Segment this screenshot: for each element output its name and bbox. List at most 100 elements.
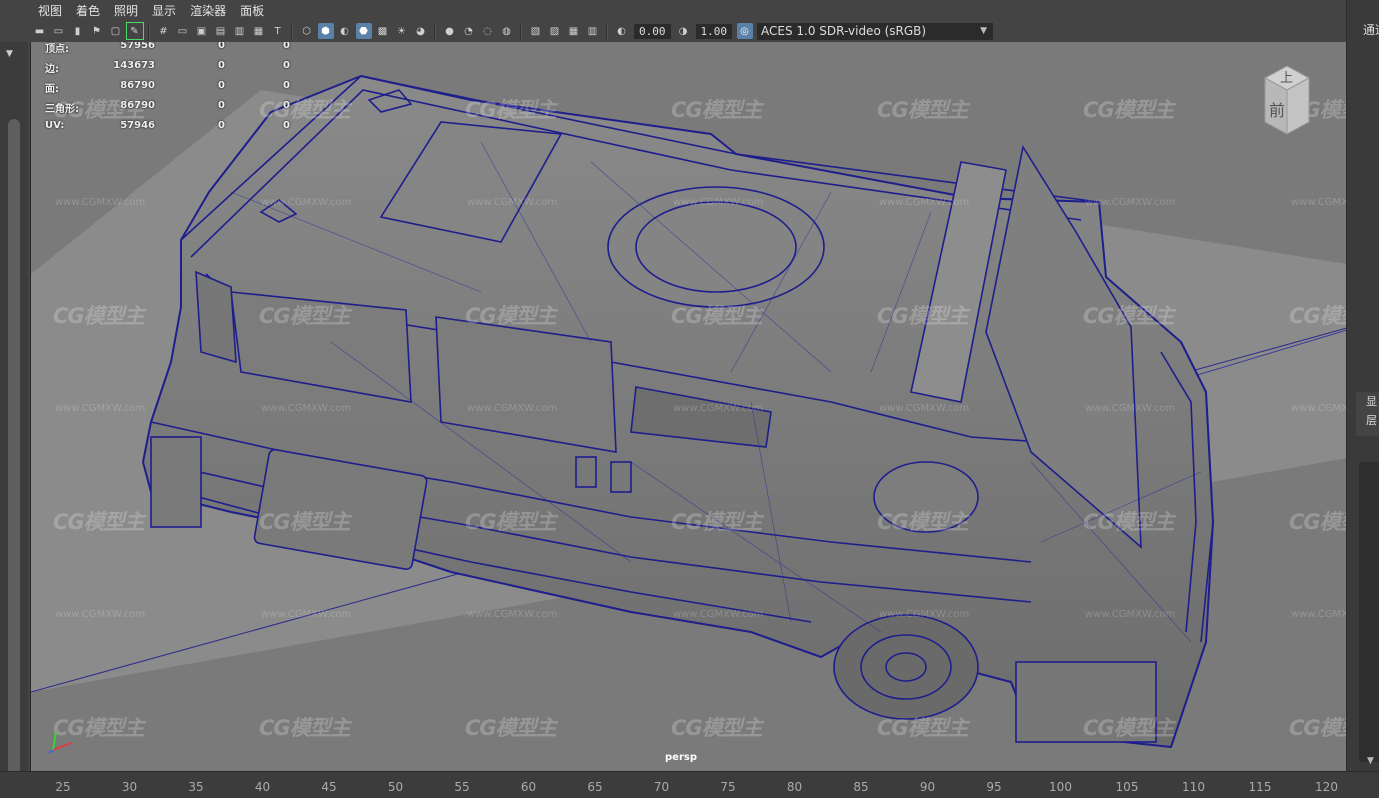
menu-item-1[interactable]: 着色: [69, 2, 107, 19]
hud-v2: 0: [218, 80, 225, 91]
timeline-tick: 80: [786, 780, 803, 794]
timeline-tick: 75: [720, 780, 736, 794]
hud-label: 边:: [45, 64, 59, 75]
textured-icon[interactable]: ▩: [375, 23, 391, 39]
timeline-tick: 115: [1248, 780, 1272, 794]
hud-v3: 0: [283, 100, 290, 111]
camera-bookmark-icon[interactable]: ⚑: [89, 23, 105, 39]
wireframe-on-shaded-icon[interactable]: ⬣: [355, 23, 372, 39]
viewcube-front-label: 前: [1269, 101, 1286, 120]
bookmark-icon[interactable]: ▮: [70, 23, 86, 39]
menu-item-3[interactable]: 显示: [145, 2, 183, 19]
menu-item-5[interactable]: 面板: [233, 2, 271, 19]
hud-label: 三角形:: [45, 104, 79, 115]
gate-mask-icon[interactable]: ▤: [213, 23, 229, 39]
chevron-down-icon: ▼: [980, 25, 987, 36]
field-chart-icon[interactable]: ▥: [232, 23, 248, 39]
timeline-tick: 30: [121, 780, 138, 794]
viewcube-top-label: 上: [1280, 71, 1294, 86]
exposure-field[interactable]: 0.00: [634, 23, 671, 39]
view-cube[interactable]: 上 前: [1257, 64, 1313, 138]
camera-label: persp: [665, 752, 697, 763]
default-material-icon[interactable]: ◐: [337, 23, 353, 39]
timeline-tick: 105: [1115, 780, 1139, 794]
time-slider[interactable]: 25 30 35 40 45 50 55 60 65 70 75 80 85 90 95 100 105 110 1…: [0, 771, 1379, 798]
hud-v3: 0: [283, 60, 290, 71]
timeline-tick: 40: [254, 780, 271, 794]
timeline-tick: 50: [387, 780, 404, 794]
xray-active-icon[interactable]: ▦: [566, 23, 582, 39]
toolbar-icons-group: ▬ ▭ ▮ ⚑ ▢ ✎ # ▭ ▣ ▤ ▥ ▦ T ⬡ ⬢ ◐ ⬣ ▩ ☀ ◕ ● ◔ ◌ ◍ ▧ ▨ ▦ ▥: [30, 22, 602, 40]
shadows-icon[interactable]: ◕: [413, 23, 429, 39]
grease-pencil-icon[interactable]: ✎: [125, 22, 144, 40]
wireframe-scene: [31, 75, 1347, 748]
hud-v3: 0: [283, 120, 290, 131]
camera-icon[interactable]: ▬: [32, 23, 48, 39]
color-space-value: ACES 1.0 SDR-video (sRGB): [761, 23, 927, 38]
timeline-tick: 45: [321, 780, 337, 794]
viewport-toolbar: ▬ ▭ ▮ ⚑ ▢ ✎ # ▭ ▣ ▤ ▥ ▦ T ⬡ ⬢ ◐ ⬣ ▩ ☀ ◕ ● ◔ ◌ ◍ ▧ ▨ ▦ ▥ ◐ 0.00 ◑ 1.…: [30, 20, 1346, 42]
camera-attr-icon[interactable]: ▭: [51, 23, 67, 39]
left-scrollbar[interactable]: [8, 119, 20, 781]
screen-space-ao-icon[interactable]: ●: [442, 23, 458, 39]
timeline-tick: 110: [1182, 780, 1205, 794]
left-toolbox-strip: ▼: [0, 42, 28, 781]
hud-v2: 0: [218, 120, 225, 131]
hud-v1: 86790: [120, 80, 155, 91]
timeline-tick: 95: [986, 780, 1002, 794]
menu-item-2[interactable]: 照明: [107, 2, 145, 19]
axis-gizmo: [48, 731, 72, 754]
safe-title-icon[interactable]: T: [270, 23, 286, 39]
3d-viewport[interactable]: CG模型主 www.CGMXW.com CG模型主 www.CGMXW.com CG模型…: [30, 42, 1347, 771]
channel-box-tab[interactable]: 通道: [1363, 21, 1379, 38]
gamma-field[interactable]: 1.00: [695, 23, 732, 39]
safe-action-icon[interactable]: ▦: [251, 23, 267, 39]
timeline-tick: 120: [1315, 780, 1338, 794]
layer-label[interactable]: 层: [1356, 411, 1379, 430]
gamma-icon[interactable]: ◑: [675, 23, 691, 39]
hud-v2: 0: [218, 60, 225, 71]
depth-of-field-icon[interactable]: ◍: [499, 23, 515, 39]
toolbar-separator: [148, 23, 150, 39]
collapse-arrow-icon[interactable]: ▼: [6, 49, 13, 59]
image-plane-icon[interactable]: ▢: [108, 23, 124, 39]
menu-item-0[interactable]: 视图: [31, 2, 69, 19]
exposure-icon[interactable]: ◐: [614, 23, 630, 39]
wireframe-icon[interactable]: ⬡: [299, 23, 315, 39]
multisample-aa-icon[interactable]: ◌: [480, 23, 496, 39]
resolution-gate-icon[interactable]: ▣: [194, 23, 210, 39]
hud-v1: 143673: [113, 60, 155, 71]
toolbar-separator: [520, 23, 522, 39]
hud-label: 顶点:: [45, 44, 69, 55]
smooth-shade-icon[interactable]: ⬢: [317, 23, 334, 39]
scroll-down-icon[interactable]: ▼: [1367, 756, 1374, 766]
hud-label: UV:: [45, 120, 65, 131]
layer-list-area[interactable]: [1359, 462, 1379, 762]
hud-v2: 0: [218, 100, 225, 111]
hud-v3: 0: [283, 80, 290, 91]
isolate-select-icon[interactable]: ▧: [528, 23, 544, 39]
timeline-tick: 100: [1049, 780, 1072, 794]
xray-joints-icon[interactable]: ▥: [585, 23, 601, 39]
xray-icon[interactable]: ▨: [547, 23, 563, 39]
film-gate-icon[interactable]: ▭: [175, 23, 191, 39]
hud-v2: 0: [218, 42, 225, 51]
color-space-dropdown[interactable]: ACES 1.0 SDR-video (sRGB) ▼: [757, 22, 993, 40]
right-channel-panel: 通道 显 层 ▼: [1346, 0, 1379, 771]
timeline-tick: 60: [520, 780, 537, 794]
hud-v3: 0: [283, 42, 290, 51]
menu-item-4[interactable]: 渲染器: [183, 2, 233, 19]
color-management-icon[interactable]: ◎: [736, 23, 753, 39]
hud-label: 面:: [45, 84, 59, 95]
toolbar-separator: [291, 23, 293, 39]
hud-v1: 86790: [120, 100, 155, 111]
timeline-tick: 55: [454, 780, 470, 794]
display-label[interactable]: 显: [1356, 392, 1379, 411]
motion-blur-icon[interactable]: ◔: [461, 23, 477, 39]
use-all-lights-icon[interactable]: ☀: [394, 23, 410, 39]
hud-v1: 57956: [120, 42, 155, 51]
timeline-tick: 85: [853, 780, 869, 794]
timeline-tick: 70: [653, 780, 670, 794]
grid-icon[interactable]: #: [156, 23, 172, 39]
timeline-tick: 90: [919, 780, 936, 794]
